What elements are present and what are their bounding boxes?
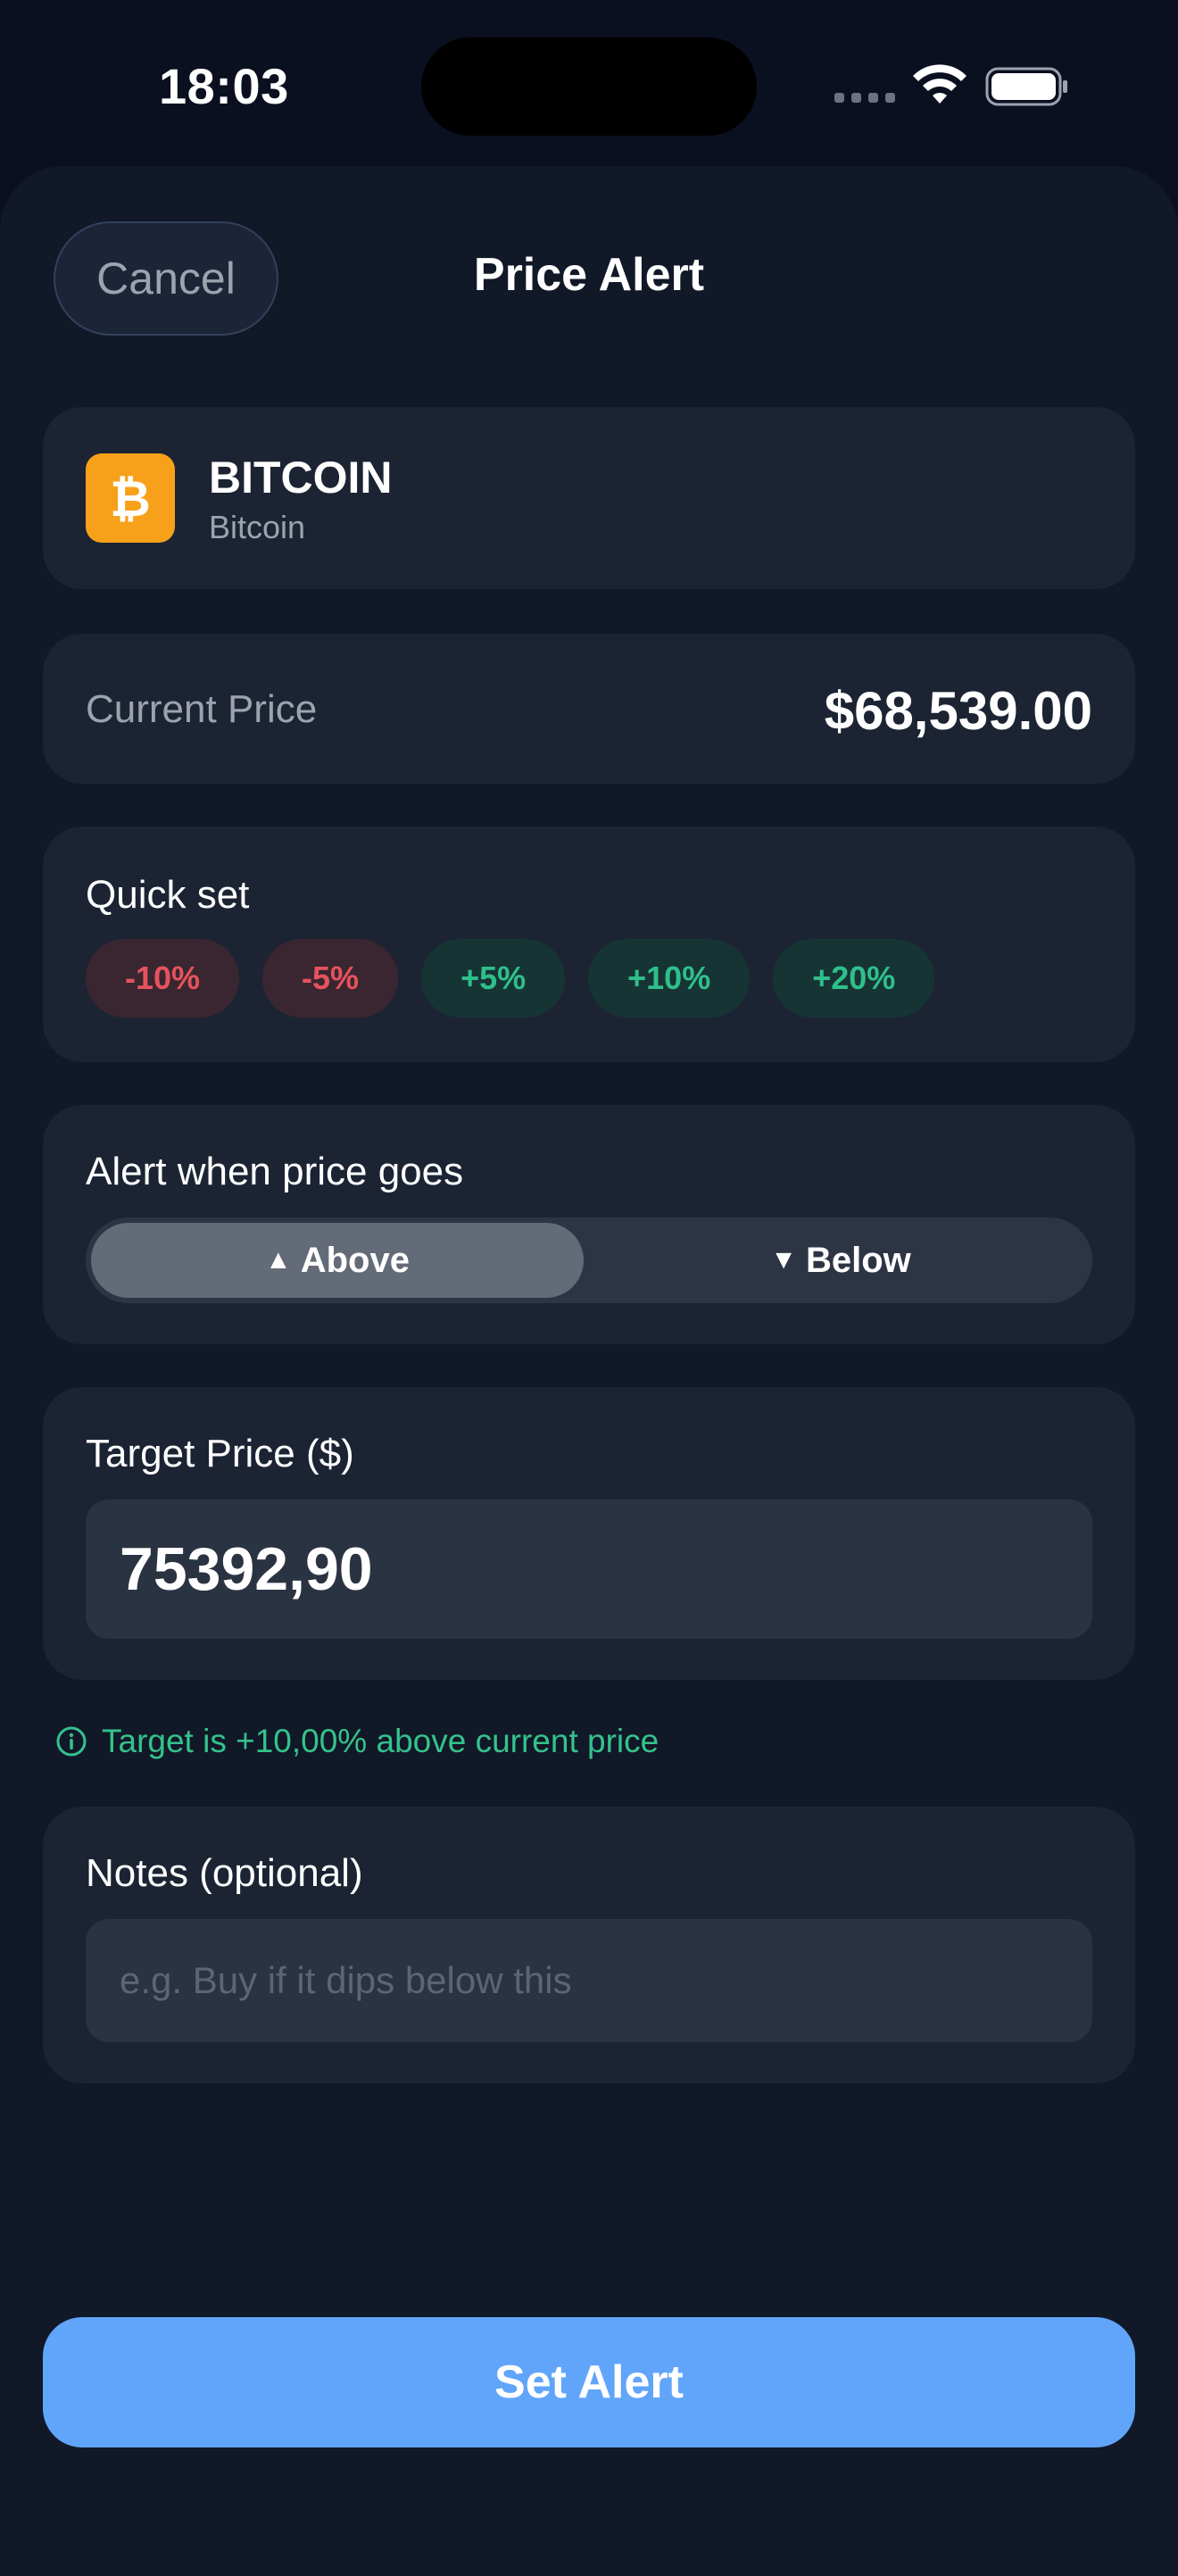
direction-segmented-control: ▲ Above ▼ Below: [86, 1217, 1092, 1303]
current-price-label: Current Price: [86, 687, 318, 731]
bitcoin-logo-icon: ₿: [86, 453, 175, 543]
quick-set-chip-minus-10[interactable]: -10%: [86, 939, 240, 1018]
info-icon: [56, 1726, 87, 1757]
coin-card: ₿ BITCOIN Bitcoin: [43, 407, 1135, 589]
quick-set-chip-minus-5[interactable]: -5%: [262, 939, 399, 1018]
quick-set-chips: -10% -5% +5% +10% +20%: [86, 939, 935, 1018]
direction-card: Alert when price goes ▲ Above ▼ Below: [43, 1105, 1135, 1344]
quick-set-card: Quick set -10% -5% +5% +10% +20%: [43, 827, 1135, 1062]
dynamic-island: [421, 37, 757, 136]
set-alert-button[interactable]: Set Alert: [43, 2317, 1135, 2447]
above-option-button[interactable]: ▲ Above: [91, 1223, 584, 1298]
target-hint-text: Target is +10,00% above current price: [102, 1723, 660, 1759]
target-price-label: Target Price ($): [86, 1432, 354, 1475]
status-time: 18:03: [159, 58, 289, 114]
current-price-card: Current Price $68,539.00: [43, 634, 1135, 784]
target-price-input[interactable]: 75392,90: [86, 1500, 1092, 1639]
battery-icon: [985, 67, 1067, 106]
wifi-icon: [913, 64, 966, 104]
direction-label: Alert when price goes: [86, 1150, 464, 1193]
quick-set-chip-plus-20[interactable]: +20%: [773, 939, 935, 1018]
status-bar: 18:03: [0, 0, 1178, 170]
notes-label: Notes (optional): [86, 1851, 363, 1895]
coin-symbol: BITCOIN: [209, 453, 393, 503]
current-price-value: $68,539.00: [824, 681, 1092, 741]
quick-set-chip-plus-10[interactable]: +10%: [588, 939, 751, 1018]
cellular-signal-icon: [834, 93, 895, 103]
triangle-up-icon: ▲: [265, 1245, 292, 1275]
below-option-button[interactable]: ▼ Below: [594, 1223, 1087, 1298]
target-hint: Target is +10,00% above current price: [55, 1723, 659, 1760]
notes-input[interactable]: e.g. Buy if it dips below this: [86, 1919, 1092, 2042]
page-title: Price Alert: [473, 249, 705, 301]
below-option-label: Below: [805, 1240, 911, 1280]
triangle-down-icon: ▼: [770, 1245, 797, 1275]
above-option-label: Above: [300, 1240, 410, 1280]
coin-name: Bitcoin: [209, 509, 306, 545]
quick-set-chip-plus-5[interactable]: +5%: [421, 939, 566, 1018]
quick-set-label: Quick set: [86, 873, 250, 917]
target-price-card: Target Price ($) 75392,90: [43, 1387, 1135, 1680]
notes-card: Notes (optional) e.g. Buy if it dips bel…: [43, 1807, 1135, 2083]
